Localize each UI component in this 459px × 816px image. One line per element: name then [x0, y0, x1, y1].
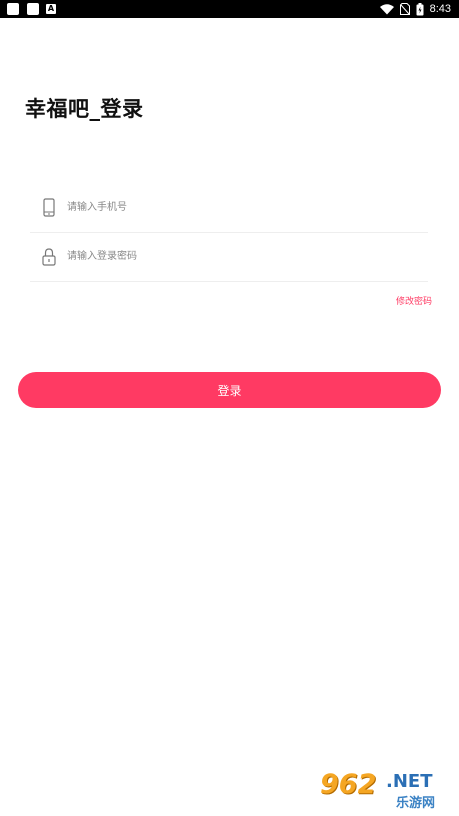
phone-field-row: [30, 184, 428, 233]
lock-icon: [42, 248, 56, 266]
watermark-logo: 962 .NET 乐游网: [320, 769, 453, 811]
status-bar-right: 8:43: [379, 0, 451, 18]
status-bar: A 8:43: [0, 0, 459, 18]
phone-icon: [43, 198, 55, 217]
login-button[interactable]: 登录: [18, 372, 441, 408]
wifi-icon: [379, 3, 394, 14]
phone-input[interactable]: [67, 195, 407, 219]
app-icon: A: [46, 4, 56, 14]
password-field-row: [30, 233, 428, 282]
watermark-subtitle: 乐游网: [396, 796, 436, 811]
page-title: 幸福吧_登录: [25, 97, 144, 121]
no-sim-icon: [399, 3, 410, 15]
clock: 8:43: [429, 3, 451, 15]
change-password-link[interactable]: 修改密码: [396, 294, 432, 307]
notification-icon: [27, 3, 39, 15]
battery-icon: [416, 2, 424, 15]
password-input[interactable]: [67, 244, 407, 268]
watermark-domain: .NET: [386, 771, 433, 792]
notification-icon: [7, 3, 19, 15]
watermark-number: 962: [320, 769, 377, 800]
